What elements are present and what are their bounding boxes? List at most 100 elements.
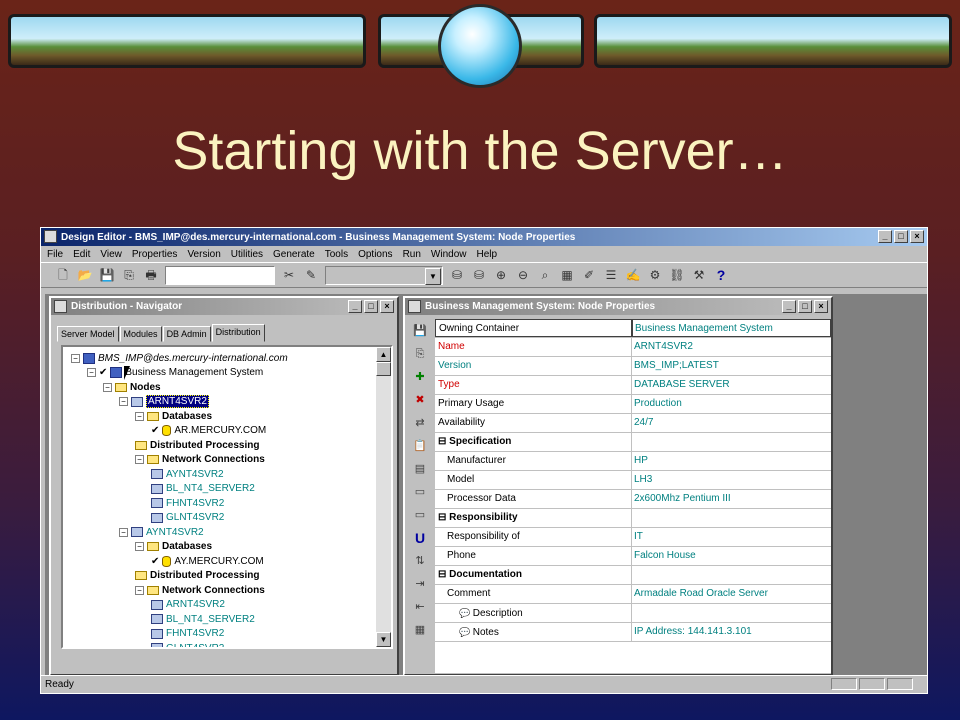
tree-item[interactable]: − Network Connections: [135, 583, 265, 597]
collapse-icon[interactable]: ⊟: [438, 436, 449, 447]
tree-item[interactable]: − Databases: [135, 540, 212, 554]
tool2-icon[interactable]: ✎: [303, 267, 319, 283]
app-titlebar[interactable]: Design Editor - BMS_IMP@des.mercury-inte…: [41, 228, 927, 246]
property-row[interactable]: Availability 24/7: [435, 414, 831, 433]
property-row[interactable]: Model LH3: [435, 471, 831, 490]
property-value[interactable]: BMS_IMP;LATEST: [632, 357, 831, 375]
remove-row-icon[interactable]: ⇤: [411, 598, 429, 617]
new-icon[interactable]: 🗋: [55, 267, 71, 283]
tree-item[interactable]: − ARNT4SVR2: [119, 395, 209, 409]
property-value[interactable]: IT: [632, 528, 831, 546]
navigator-titlebar[interactable]: Distribution - Navigator _ □ ×: [51, 298, 397, 315]
property-row[interactable]: Primary Usage Production: [435, 395, 831, 414]
collapse-icon[interactable]: −: [103, 382, 112, 392]
find-icon[interactable]: ⌕: [537, 267, 553, 283]
minimize-button[interactable]: _: [878, 230, 892, 243]
property-value[interactable]: LH3: [632, 471, 831, 489]
property-row[interactable]: Processor Data 2x600Mhz Pentium III: [435, 490, 831, 509]
close-button[interactable]: ×: [910, 230, 924, 243]
nav-minimize-button[interactable]: _: [348, 300, 362, 313]
transfer-icon[interactable]: ⇄: [411, 414, 429, 433]
text-icon[interactable]: ▭: [411, 483, 429, 502]
tree-item[interactable]: BL_NT4_SERVER2: [151, 612, 255, 626]
props-maximize-button[interactable]: □: [798, 300, 812, 313]
property-row[interactable]: ⊟ Documentation: [435, 566, 831, 585]
tree-item[interactable]: Distributed Processing: [135, 569, 259, 583]
scroll-up-icon[interactable]: ▲: [376, 347, 391, 362]
collapse-icon[interactable]: −: [87, 368, 96, 377]
collapse-icon[interactable]: −: [119, 397, 128, 406]
property-value[interactable]: HP: [632, 452, 831, 470]
property-value[interactable]: [632, 509, 831, 527]
property-value[interactable]: [632, 566, 831, 584]
menu-item-generate[interactable]: Generate: [273, 249, 315, 260]
property-row[interactable]: ⊟ Specification: [435, 433, 831, 452]
tree-item[interactable]: ARNT4SVR2: [151, 598, 225, 612]
tree-item[interactable]: − Databases: [135, 409, 212, 423]
add-icon[interactable]: ✚: [411, 368, 429, 387]
tree-item[interactable]: GLNT4SVR2: [151, 511, 224, 525]
menu-item-options[interactable]: Options: [358, 249, 392, 260]
collapse-icon[interactable]: ⊟: [438, 569, 449, 580]
list-icon[interactable]: ☰: [603, 267, 619, 283]
property-value[interactable]: Armadale Road Oracle Server: [632, 585, 831, 603]
underline-icon[interactable]: U: [411, 529, 429, 548]
navigator-tree[interactable]: ▲ ▼ − BMS_IMP@des.mercury-international.c…: [61, 345, 393, 649]
tree-item[interactable]: AYNT4SVR2: [151, 467, 224, 481]
property-row[interactable]: Name ARNT4SVR2: [435, 338, 831, 357]
tree-item[interactable]: − Nodes: [103, 380, 161, 394]
gen-icon[interactable]: ⚒: [691, 267, 707, 283]
table-icon[interactable]: ▦: [411, 621, 429, 640]
collapse-icon[interactable]: −: [135, 542, 144, 551]
menu-item-properties[interactable]: Properties: [132, 249, 178, 260]
db2-icon[interactable]: ⛁: [471, 267, 487, 283]
scroll-thumb[interactable]: [376, 362, 391, 376]
menu-item-version[interactable]: Version: [187, 249, 220, 260]
tree-item[interactable]: BL_NT4_SERVER2: [151, 482, 255, 496]
props-icon[interactable]: ⚙: [647, 267, 663, 283]
collapse-icon[interactable]: −: [135, 455, 144, 464]
property-row[interactable]: ⊟ Responsibility: [435, 509, 831, 528]
toolbar-combo[interactable]: [325, 265, 443, 285]
tool-icon[interactable]: ✂: [281, 267, 297, 283]
collapse-icon[interactable]: ⊟: [438, 512, 449, 523]
tree-item[interactable]: ✔ AY.MERCURY.COM: [151, 554, 264, 568]
menu-item-tools[interactable]: Tools: [325, 249, 348, 260]
tree-item[interactable]: GLNT4SVR2: [151, 641, 224, 647]
note-icon[interactable]: ✍: [625, 267, 641, 283]
nav-close-button[interactable]: ×: [380, 300, 394, 313]
property-row[interactable]: Version BMS_IMP;LATEST: [435, 357, 831, 376]
tree-item[interactable]: − BMS_IMP@des.mercury-international.com: [71, 351, 288, 365]
property-row[interactable]: 💬 Description: [435, 604, 831, 623]
copy-icon[interactable]: ⎘: [121, 267, 137, 283]
collapse-icon[interactable]: −: [71, 353, 80, 363]
property-row[interactable]: Responsibility of IT: [435, 528, 831, 547]
property-value[interactable]: DATABASE SERVER: [632, 376, 831, 394]
menu-item-utilities[interactable]: Utilities: [231, 249, 263, 260]
delete-icon[interactable]: ✖: [411, 391, 429, 410]
tree-item[interactable]: − AYNT4SVR2: [119, 525, 204, 539]
tree-item[interactable]: ✔ AR.MERCURY.COM: [151, 424, 266, 438]
property-value[interactable]: ARNT4SVR2: [632, 338, 831, 356]
tab-distribution[interactable]: Distribution: [211, 324, 265, 342]
property-value[interactable]: 2x600Mhz Pentium III: [632, 490, 831, 508]
property-row[interactable]: Owning Container Business Management Syst…: [435, 319, 831, 338]
property-value[interactable]: Production: [632, 395, 831, 413]
insert-row-icon[interactable]: ⇥: [411, 575, 429, 594]
tree-item[interactable]: − ✔ Business Management System: [87, 366, 263, 380]
tree-item[interactable]: FHNT4SVR2: [151, 496, 224, 510]
property-row[interactable]: Type DATABASE SERVER: [435, 376, 831, 395]
props-minimize-button[interactable]: _: [782, 300, 796, 313]
tab-db-admin[interactable]: DB Admin: [162, 326, 211, 342]
collapse-icon[interactable]: −: [135, 585, 144, 595]
maximize-button[interactable]: □: [894, 230, 908, 243]
menu-item-view[interactable]: View: [100, 249, 122, 260]
property-value[interactable]: Business Management System: [632, 319, 831, 337]
grid-icon[interactable]: ▦: [559, 267, 575, 283]
save-icon[interactable]: 💾: [99, 267, 115, 283]
property-row[interactable]: Phone Falcon House: [435, 547, 831, 566]
help-icon[interactable]: ?: [713, 267, 729, 283]
menu-item-run[interactable]: Run: [403, 249, 421, 260]
sort-icon[interactable]: ⇅: [411, 552, 429, 571]
properties-titlebar[interactable]: Business Management System: Node Propert…: [405, 298, 831, 315]
